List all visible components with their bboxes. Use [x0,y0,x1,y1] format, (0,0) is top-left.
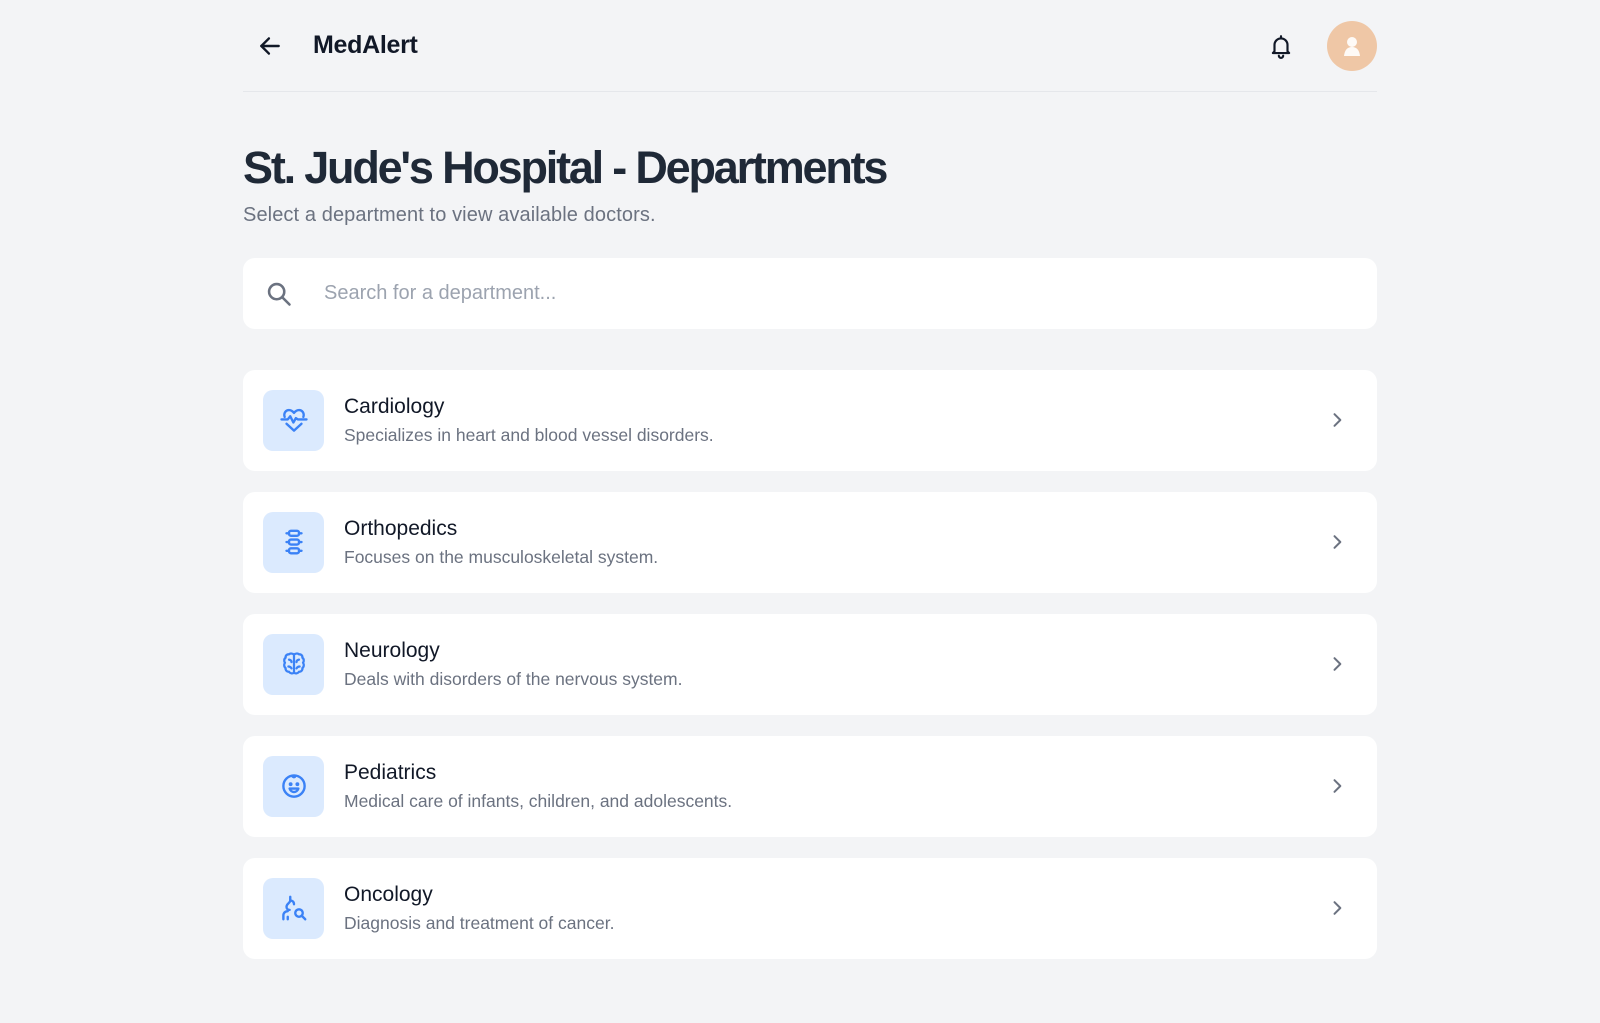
chevron-right-icon [1325,774,1349,798]
department-description: Specializes in heart and blood vessel di… [344,425,714,446]
app-title: MedAlert [313,31,418,59]
department-name: Oncology [344,883,433,907]
user-avatar[interactable] [1327,20,1377,71]
chevron-right-icon [1325,530,1349,554]
department-card-orthopedics[interactable]: Orthopedics Focuses on the musculoskelet… [243,491,1377,593]
bell-icon [1271,34,1291,59]
notifications-button[interactable] [1259,24,1303,68]
heart-pulse-icon [279,409,308,433]
department-icon-tile [263,633,324,695]
department-icon-tile [263,511,324,573]
department-text: Neurology Deals with disorders of the ne… [344,638,1325,690]
department-text: Pediatrics Medical care of infants, chil… [344,760,1325,812]
page: MedAlert St. Jude's Hospital - Departmen… [0,0,1600,1023]
arrow-left-icon [260,36,280,55]
main-container: MedAlert St. Jude's Hospital - Departmen… [243,0,1377,980]
chevron-right-icon [1325,652,1349,676]
department-text: Cardiology Specializes in heart and bloo… [344,394,1325,446]
department-icon-tile [263,877,324,939]
department-name: Orthopedics [344,517,458,541]
spine-icon [284,529,303,555]
search-input[interactable] [243,257,1377,329]
department-description: Focuses on the musculoskeletal system. [344,547,659,568]
chevron-right-icon [1325,896,1349,920]
department-icon-tile [263,755,324,817]
department-card-pediatrics[interactable]: Pediatrics Medical care of infants, chil… [243,735,1377,837]
search-box [243,257,1377,329]
chevron-right-icon [1325,408,1349,432]
department-description: Diagnosis and treatment of cancer. [344,913,615,934]
page-subtitle: Select a department to view available do… [243,203,656,226]
department-description: Medical care of infants, children, and a… [344,791,733,812]
top-header: MedAlert [243,0,1377,92]
microscope-search-icon [281,895,306,921]
department-name: Cardiology [344,395,445,419]
search-icon [267,282,291,306]
child-face-icon [281,774,306,799]
department-name: Pediatrics [344,761,437,785]
department-name: Neurology [344,639,440,663]
department-description: Deals with disorders of the nervous syst… [344,669,683,690]
department-icon-tile [263,389,324,451]
back-button[interactable] [246,22,294,70]
avatar-person-icon [1344,36,1360,56]
department-card-cardiology[interactable]: Cardiology Specializes in heart and bloo… [243,369,1377,471]
department-card-neurology[interactable]: Neurology Deals with disorders of the ne… [243,613,1377,715]
department-text: Oncology Diagnosis and treatment of canc… [344,882,1325,934]
brain-icon [282,652,305,675]
page-title: St. Jude's Hospital - Departments [243,142,888,193]
department-card-oncology[interactable]: Oncology Diagnosis and treatment of canc… [243,857,1377,959]
department-text: Orthopedics Focuses on the musculoskelet… [344,516,1325,568]
department-list: Cardiology Specializes in heart and bloo… [243,369,1377,959]
